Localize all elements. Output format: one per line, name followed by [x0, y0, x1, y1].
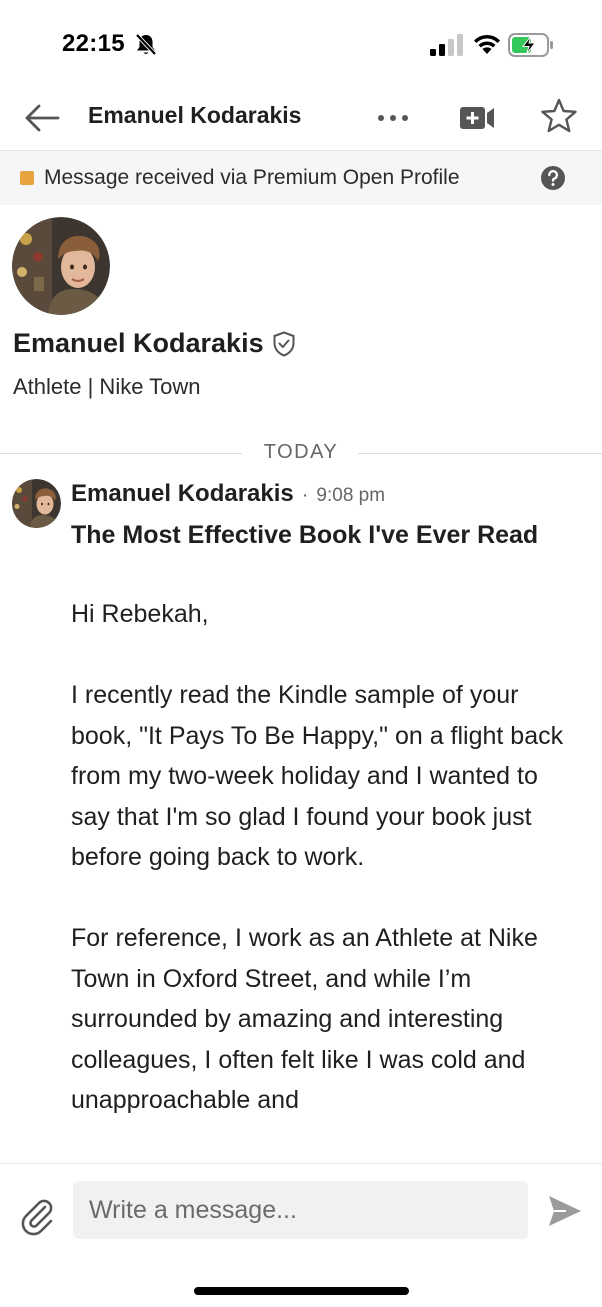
profile-name-row: Emanuel Kodarakis — [13, 328, 296, 362]
star-icon[interactable] — [538, 96, 580, 136]
sender-avatar[interactable] — [12, 479, 61, 528]
status-time: 22:15 — [62, 30, 125, 57]
avatar[interactable] — [12, 217, 110, 315]
verified-shield-icon — [273, 330, 295, 357]
wifi-icon — [474, 34, 500, 54]
video-call-icon[interactable] — [456, 100, 498, 136]
signal-icon — [430, 34, 463, 56]
conversation-header: Emanuel Kodarakis — [0, 90, 602, 151]
header-title[interactable]: Emanuel Kodarakis — [88, 102, 301, 129]
send-icon[interactable] — [546, 1192, 584, 1230]
bell-slash-icon — [135, 33, 157, 56]
status-bar: 22:15 — [0, 0, 602, 90]
home-indicator — [194, 1287, 409, 1295]
banner-text: Message received via Premium Open Profil… — [44, 166, 460, 189]
more-icon[interactable] — [372, 100, 414, 136]
battery-charging-icon — [508, 33, 553, 57]
help-icon[interactable] — [540, 165, 566, 191]
attach-icon[interactable] — [18, 1196, 56, 1236]
meta-separator: · — [301, 484, 309, 506]
premium-open-profile-banner: Message received via Premium Open Profil… — [0, 151, 602, 205]
premium-tag-icon — [20, 171, 34, 185]
profile-name[interactable]: Emanuel Kodarakis — [13, 328, 264, 358]
message-meta: Emanuel Kodarakis · 9:08 pm — [71, 480, 385, 508]
message-subject: The Most Effective Book I've Ever Read — [71, 521, 539, 549]
back-arrow-icon[interactable] — [22, 98, 62, 138]
message-body: Hi Rebekah, I recently read the Kindle s… — [71, 594, 581, 1121]
message-greeting: Hi Rebekah, — [71, 600, 209, 628]
message-input[interactable] — [73, 1181, 528, 1239]
message-sender[interactable]: Emanuel Kodarakis — [71, 480, 294, 507]
message-paragraph: I recently read the Kindle sample of you… — [71, 681, 564, 871]
message-time: 9:08 pm — [316, 485, 386, 506]
message-paragraph: For reference, I work as an Athlete at N… — [71, 924, 538, 1114]
profile-headline: Athlete | Nike Town — [13, 374, 201, 399]
message-composer — [0, 1163, 602, 1307]
date-divider-label: TODAY — [263, 441, 339, 463]
